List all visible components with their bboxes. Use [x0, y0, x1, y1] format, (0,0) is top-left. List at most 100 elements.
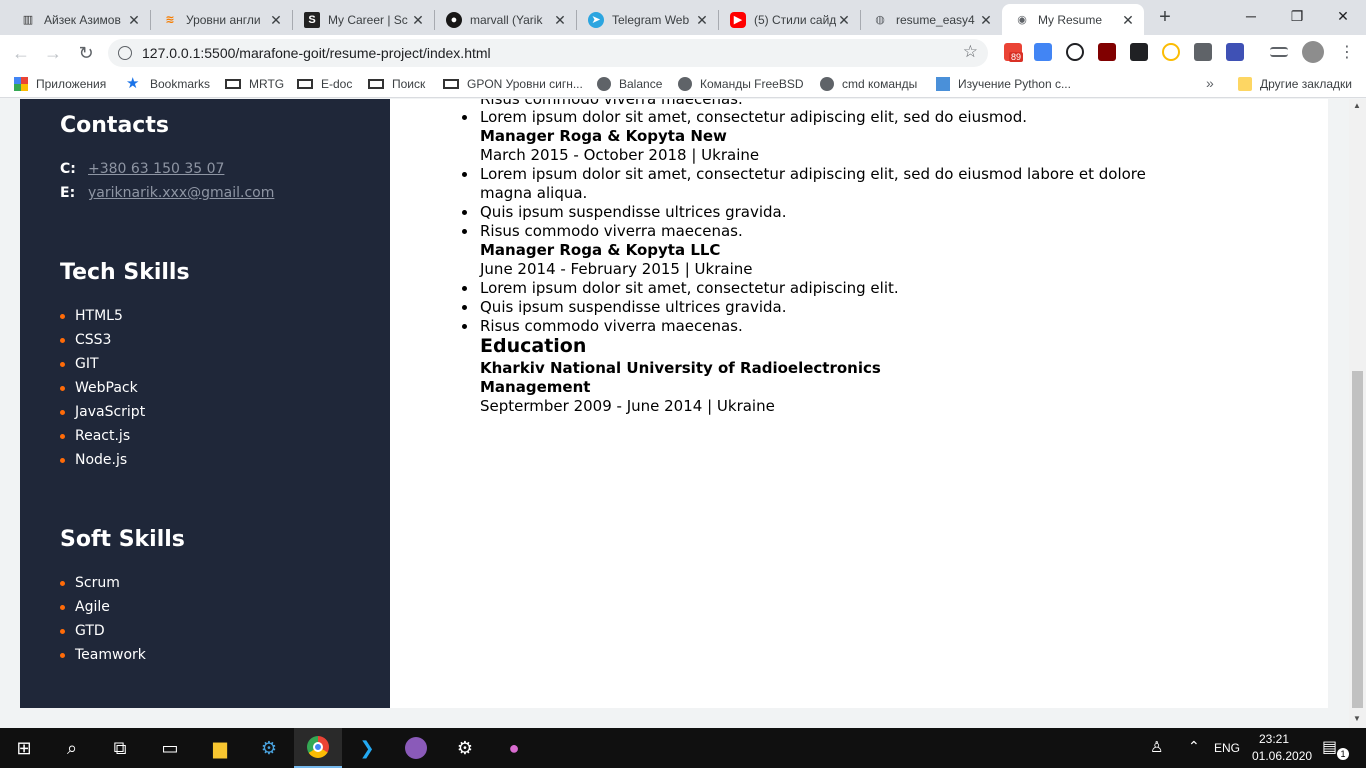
bookmark-python[interactable]: Изучение Python с... [936, 75, 1071, 93]
camera-icon[interactable] [1066, 43, 1084, 61]
list-item: Lorem ipsum dolor sit amet, consectetur … [480, 108, 1027, 126]
building-icon: ▥ [22, 14, 34, 26]
scroll-down-icon[interactable]: ▼ [1353, 714, 1361, 723]
vertical-scrollbar[interactable]: ▲ ▼ [1349, 99, 1366, 728]
search-icon[interactable]: ⌕ [48, 728, 96, 768]
vscode-icon[interactable]: ❯ [343, 728, 391, 768]
folder-icon [1238, 77, 1252, 91]
phone-link[interactable]: +380 63 150 35 07 [88, 161, 224, 177]
contacts-heading: Contacts [60, 113, 169, 138]
job-dates: March 2015 - October 2018 | Ukraine [480, 146, 760, 164]
tab-english-levels[interactable]: ≋ Уровни англи ✕ [150, 4, 292, 35]
people-icon[interactable]: ♙ [1150, 738, 1163, 756]
tech-skill-item: Node.js [60, 452, 127, 468]
ublock-icon[interactable] [1098, 43, 1116, 61]
bookmark-search[interactable]: Поиск [368, 75, 425, 93]
gitkraken-icon[interactable] [392, 728, 440, 768]
router-icon [297, 79, 313, 89]
phone-row: C: +380 63 150 35 07 [60, 161, 225, 177]
folder-icon[interactable] [1194, 43, 1212, 61]
tab-my-resume[interactable]: ◉ My Resume ✕ [1002, 4, 1144, 35]
close-icon[interactable]: ✕ [836, 12, 852, 28]
close-icon[interactable]: ✕ [1120, 12, 1136, 28]
compass-icon[interactable] [1162, 43, 1180, 61]
chrome-icon[interactable] [294, 728, 342, 768]
close-icon[interactable]: ✕ [978, 12, 994, 28]
new-tab-button[interactable]: + [1154, 6, 1176, 28]
globe-icon [820, 77, 834, 91]
url-text[interactable]: 127.0.0.1:5500/marafone-goit/resume-proj… [142, 45, 491, 61]
close-icon[interactable]: ✕ [410, 12, 426, 28]
scroll-up-icon[interactable]: ▲ [1353, 101, 1361, 110]
bookmark-edoc[interactable]: E-doc [297, 75, 352, 93]
task-view-icon[interactable]: ⧉ [96, 728, 144, 768]
tab-asimov[interactable]: ▥ Айзек Азимов ✕ [8, 4, 150, 35]
list-item: Quis ipsum suspendisse ultrices gravida. [480, 298, 787, 316]
bookmark-gpon[interactable]: GPON Уровни сигн... [443, 75, 583, 93]
education-school: Kharkiv National University of Radioelec… [480, 359, 881, 377]
tab-my-career[interactable]: S My Career | Sc ✕ [292, 4, 434, 35]
language-indicator[interactable]: ENG [1214, 741, 1240, 755]
notification-icon[interactable]: ▤ [1322, 737, 1337, 757]
translate-icon[interactable] [1034, 43, 1052, 61]
bookmark-balance[interactable]: Balance [597, 75, 662, 93]
tech-skill-item: WebPack [60, 380, 138, 396]
drop-app-icon[interactable]: ● [490, 728, 538, 768]
media-control-icon[interactable] [1270, 47, 1288, 57]
clock-date[interactable]: 01.06.2020 [1252, 749, 1312, 763]
bookmark-apps[interactable]: Приложения [14, 75, 106, 93]
desktop-tool-icon[interactable]: ▭ [146, 728, 194, 768]
close-icon[interactable]: ✕ [694, 12, 710, 28]
list-item: Lorem ipsum dolor sit amet, consectetur … [480, 165, 1146, 183]
extension-icon[interactable] [1130, 43, 1148, 61]
tech-skill-item: GIT [60, 356, 99, 372]
network-tool-icon[interactable]: ⚙ [245, 728, 293, 768]
bookmark-cmd[interactable]: cmd команды [820, 75, 917, 93]
bookmark-freebsd[interactable]: Команды FreeBSD [678, 75, 804, 93]
chevron-up-icon[interactable]: ⌃ [1188, 738, 1200, 755]
bookmark-star-icon[interactable]: ☆ [963, 42, 978, 62]
close-window-button[interactable]: ✕ [1320, 0, 1366, 32]
close-icon[interactable]: ✕ [552, 12, 568, 28]
tech-skill-item: HTML5 [60, 308, 123, 324]
puzzle-icon[interactable] [1226, 43, 1244, 61]
soft-skill-item: Scrum [60, 575, 120, 591]
file-explorer-icon[interactable]: ▆ [196, 728, 244, 768]
tab-youtube[interactable]: ▶ (5) Стили сайд ✕ [718, 4, 860, 35]
scrollbar-thumb[interactable] [1352, 371, 1363, 708]
tab-github[interactable]: ● marvall (Yarik ✕ [434, 4, 576, 35]
clock-time[interactable]: 23:21 [1252, 732, 1296, 746]
bookmark-mrtg[interactable]: MRTG [225, 75, 284, 93]
address-bar[interactable]: 127.0.0.1:5500/marafone-goit/resume-proj… [108, 39, 988, 67]
job-title: Manager Roga & Kopyta LLC [480, 241, 721, 259]
tab-resume-easy[interactable]: ◍ resume_easy4 ✕ [860, 4, 1002, 35]
email-link[interactable]: yariknarik.xxx@gmail.com [88, 185, 274, 201]
windows-start-icon[interactable]: ⊞ [0, 728, 48, 768]
router-icon [368, 79, 384, 89]
gmail-icon[interactable]: 89 [1004, 43, 1024, 62]
education-field: Management [480, 378, 591, 396]
close-icon[interactable]: ✕ [126, 12, 142, 28]
page-viewport: Contacts C: +380 63 150 35 07 E: yarikna… [0, 99, 1366, 728]
back-button[interactable]: ← [8, 40, 34, 66]
forward-button[interactable]: → [40, 40, 66, 66]
bookmark-bookmarks[interactable]: ★ Bookmarks [126, 75, 210, 93]
settings-icon[interactable]: ⚙ [441, 728, 489, 768]
reload-button[interactable]: ↻ [73, 40, 99, 66]
bookmarks-bar: Приложения ★ Bookmarks MRTG E-doc Поиск … [0, 70, 1366, 98]
menu-icon[interactable]: ⋮ [1334, 40, 1360, 66]
tab-telegram[interactable]: ➤ Telegram Web ✕ [576, 4, 718, 35]
windows-taskbar: ⊞ ⌕ ⧉ ▭ ▆ ⚙ ❯ ⚙ ● ♙ ⌃ ENG 23:21 01.06.20… [0, 728, 1366, 768]
s-logo-icon: S [304, 11, 320, 28]
minimize-button[interactable]: ─ [1228, 0, 1274, 32]
close-icon[interactable]: ✕ [268, 12, 284, 28]
more-bookmarks-button[interactable]: » [1206, 75, 1214, 91]
list-item: Quis ipsum suspendisse ultrices gravida. [480, 203, 787, 221]
gmail-badge: 89 [1009, 52, 1024, 62]
education-heading: Education [480, 335, 587, 357]
avatar[interactable] [1302, 41, 1324, 63]
browser-toolbar: ← → ↻ 127.0.0.1:5500/marafone-goit/resum… [0, 35, 1366, 70]
bookmark-other[interactable]: Другие закладки [1238, 75, 1352, 93]
soft-skills-heading: Soft Skills [60, 527, 185, 552]
restore-button[interactable]: ❐ [1274, 0, 1320, 32]
